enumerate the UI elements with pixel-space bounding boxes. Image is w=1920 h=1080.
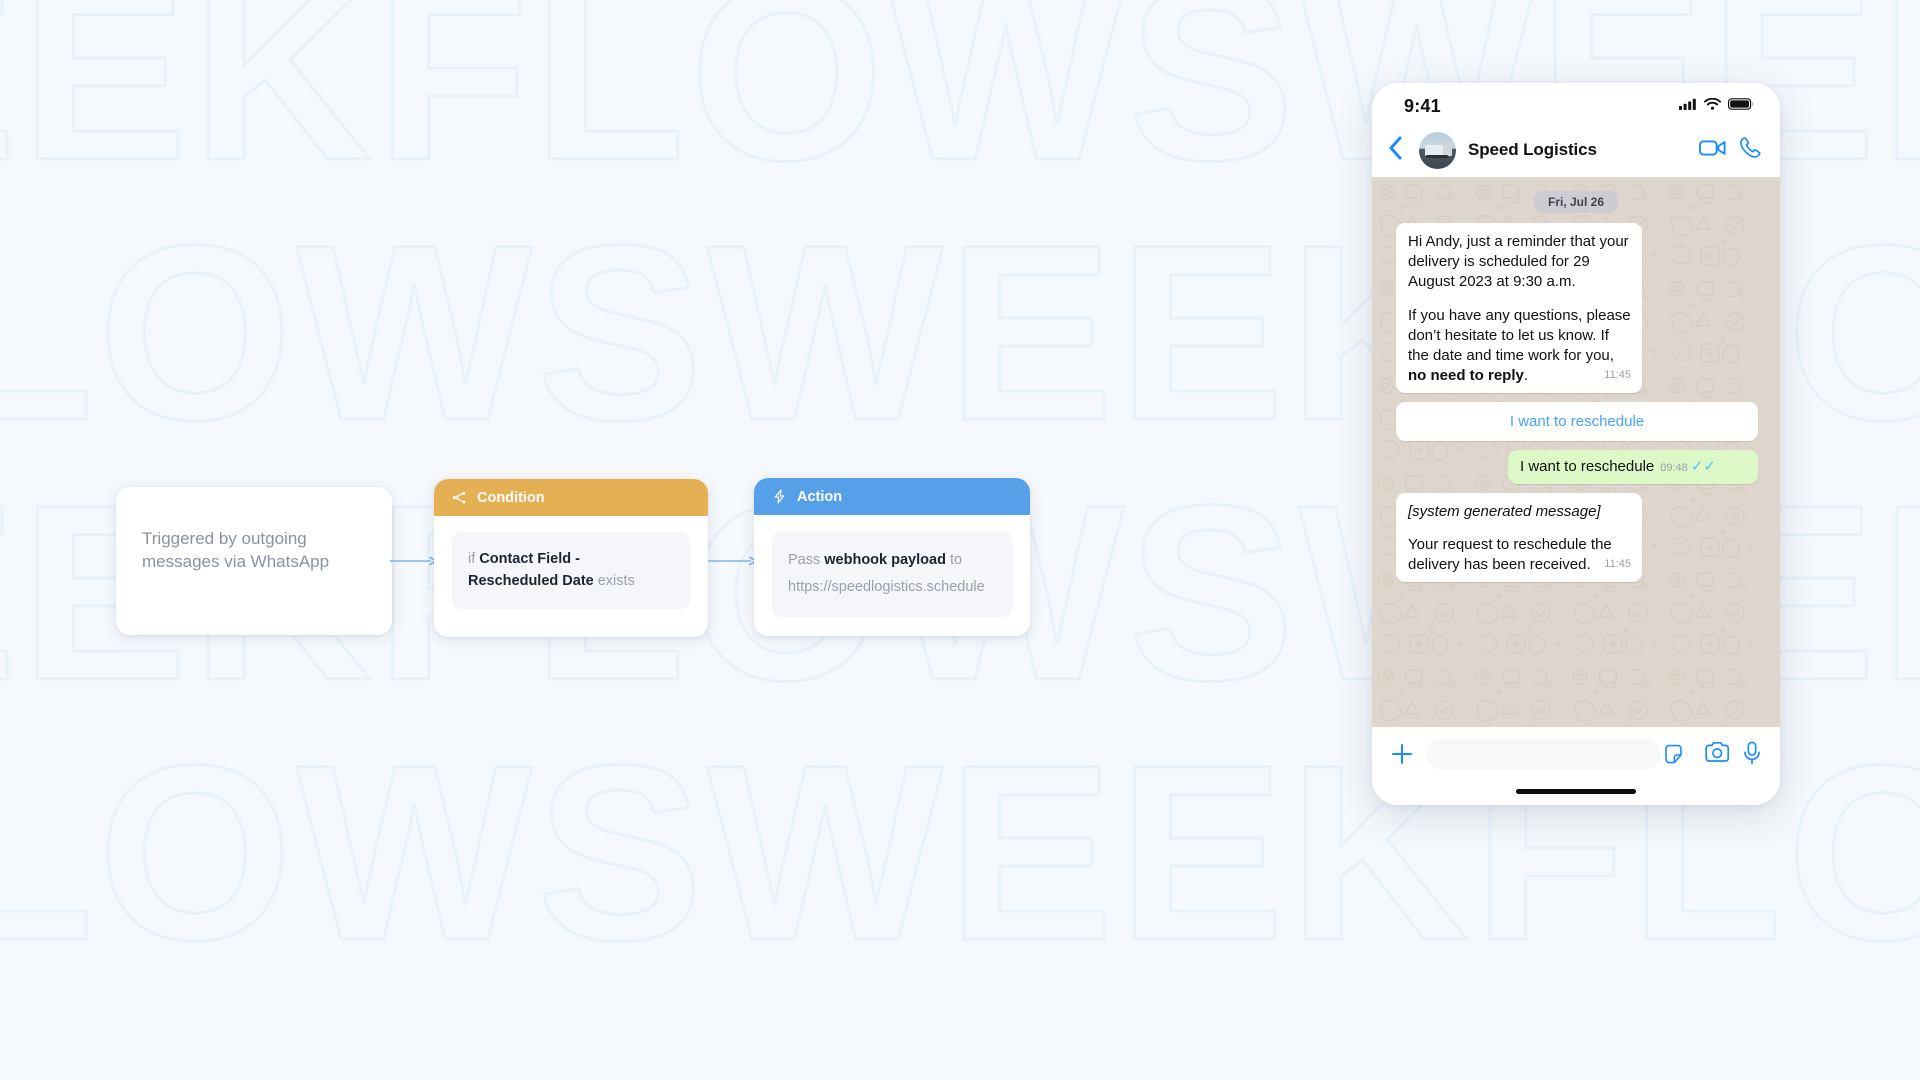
condition-field: Contact Field - Rescheduled Date [468,551,594,590]
status-bar-icons [1679,97,1754,115]
flow-node-start-point[interactable]: Start point Triggered by outgoing messag… [116,487,392,635]
message-input-wrapper [1426,739,1693,769]
chat-message-list[interactable]: Fri, Jul 26 Hi Andy, just a reminder tha… [1372,177,1780,727]
action-expression: Pass webhook payload to https://speedlog… [772,531,1012,617]
system-message-label: [system generated message] [1408,502,1601,520]
signal-bars-icon [1679,97,1697,115]
start-point-header: Start point [116,487,392,505]
play-triangle-icon [134,488,150,504]
message-paragraph: If you have any questions, please don’t … [1408,306,1631,386]
message-text: Your request to reschedule the delivery … [1408,536,1612,574]
flow-canvas: Start point Triggered by outgoing messag… [0,0,1120,1080]
sticker-icon[interactable] [1663,744,1684,770]
phone-mockup: 9:41 Speed Logistics Fri, Jul 26 Hi Andy… [1372,83,1780,805]
contact-name[interactable]: Speed Logistics [1468,140,1687,160]
date-chip-label: Fri, Jul 26 [1533,191,1619,213]
status-bar-time: 9:41 [1404,95,1441,116]
action-header: Action [754,478,1030,515]
home-indicator [1516,789,1636,794]
status-bar: 9:41 [1372,83,1780,123]
quick-reply-button[interactable]: I want to reschedule [1396,401,1758,441]
video-camera-icon[interactable] [1699,138,1727,163]
chat-header: Speed Logistics [1372,123,1780,177]
connector-arrow-condition-to-action [708,554,758,566]
message-timestamp: 11:45 [1604,558,1631,571]
message-text-post: . [1523,366,1529,384]
message-text-pre: If you have any questions, please don’t … [1408,306,1631,364]
chat-scroll-area[interactable]: Fri, Jul 26 Hi Andy, just a reminder tha… [1382,191,1770,719]
phone-handset-icon[interactable] [1739,136,1762,164]
message-text: I want to reschedule [1520,457,1655,475]
action-payload: webhook payload [824,552,946,568]
action-suffix: to [945,552,963,568]
connector-arrow-start-to-condition [390,554,438,566]
date-separator: Fri, Jul 26 [1382,191,1770,213]
start-point-description: Triggered by outgoing messages via Whats… [142,529,330,572]
message-bubble-incoming[interactable]: Hi Andy, just a reminder that your deliv… [1396,223,1642,393]
condition-expression: if Contact Field - Rescheduled Date exis… [452,532,690,609]
message-bubble-incoming[interactable]: [system generated message] Your request … [1396,492,1642,583]
action-prefix: Pass [788,552,825,568]
read-receipt-ticks-icon: ✓✓ [1690,457,1716,475]
microphone-icon[interactable] [1742,741,1762,770]
message-input[interactable] [1426,739,1661,769]
condition-suffix: exists [593,573,635,590]
chevron-left-icon[interactable] [1384,134,1407,167]
condition-prefix: if [468,551,480,567]
action-label: Action [797,488,843,505]
condition-label: Condition [477,489,545,506]
flow-node-action[interactable]: Action Pass webhook payload to https://s… [754,478,1030,636]
message-timestamp: 09:48 [1660,461,1688,474]
message-paragraph: Hi Andy, just a reminder that your deliv… [1408,233,1629,290]
flow-node-condition[interactable]: Condition if Contact Field - Rescheduled… [434,479,708,637]
battery-full-icon [1728,97,1754,115]
branch-nodes-icon [452,490,467,505]
action-endpoint-url: https://speedlogistics.schedule [788,578,985,595]
avatar[interactable] [1419,131,1456,169]
start-point-label: Start point [160,487,240,504]
condition-header: Condition [434,479,708,516]
wifi-icon [1704,97,1721,115]
message-paragraph: Your request to reschedule the delivery … [1408,535,1631,575]
message-timestamp: 11:45 [1604,368,1631,381]
plus-icon[interactable] [1390,742,1414,771]
message-text-bold: no need to reply [1408,366,1524,384]
message-paragraph-italic: [system generated message] [1408,502,1631,522]
camera-icon[interactable] [1705,741,1730,768]
lightning-bolt-icon [772,489,787,504]
message-bubble-outgoing[interactable]: I want to reschedule 09:48 ✓✓ [1508,449,1758,484]
